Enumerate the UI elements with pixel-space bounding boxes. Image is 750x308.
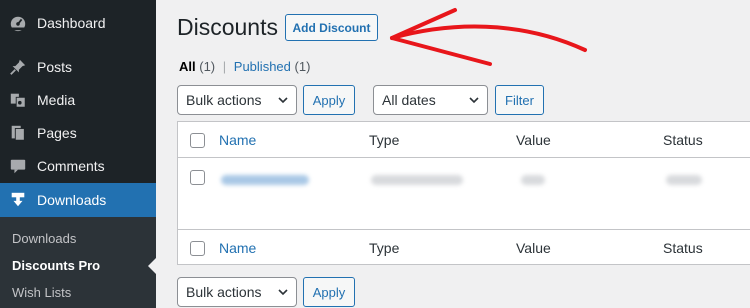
- downloads-submenu: Downloads Discounts Pro Wish Lists: [0, 217, 156, 308]
- sidebar-item-label: Posts: [37, 59, 73, 75]
- submenu-item-downloads[interactable]: Downloads: [12, 231, 76, 246]
- dates-filter-select[interactable]: All dates: [373, 85, 488, 115]
- sidebar-item-dashboard[interactable]: Dashboard: [0, 6, 156, 40]
- column-header-type: Type: [369, 132, 400, 148]
- sidebar-item-pages[interactable]: Pages: [0, 116, 156, 150]
- sidebar-item-posts[interactable]: Posts: [0, 50, 156, 84]
- add-discount-button[interactable]: Add Discount: [285, 14, 378, 41]
- chevron-down-icon: [469, 97, 479, 104]
- dashboard-icon: [8, 13, 28, 33]
- table-footer-row: Name Type Value Status: [178, 229, 750, 265]
- table-header-row: Name Type Value Status: [178, 122, 750, 158]
- select-all-checkbox-bottom[interactable]: [190, 241, 205, 256]
- blurred-discount-status: [666, 175, 702, 185]
- annotation-arrow-icon: [390, 8, 587, 66]
- chevron-down-icon: [278, 97, 288, 104]
- apply-button-top[interactable]: Apply: [303, 85, 355, 115]
- blurred-discount-type: [371, 175, 463, 185]
- sidebar-item-label: Dashboard: [37, 15, 106, 31]
- download-icon: [8, 190, 28, 210]
- blurred-discount-value: [521, 175, 545, 185]
- discounts-table: Name Type Value Status Name Type Value S…: [177, 121, 750, 265]
- sidebar-item-comments[interactable]: Comments: [0, 149, 156, 183]
- sidebar-item-downloads[interactable]: Downloads: [0, 183, 156, 217]
- sidebar-item-label: Downloads: [37, 192, 107, 208]
- media-icon: [8, 90, 28, 110]
- pin-icon: [8, 57, 28, 77]
- column-header-name[interactable]: Name: [219, 132, 256, 148]
- page-title: Discounts: [177, 14, 278, 40]
- current-page-pointer: [148, 258, 156, 274]
- filter-published[interactable]: Published: [234, 59, 291, 74]
- status-filters: All (1) | Published (1): [179, 59, 310, 74]
- submenu-item-wish-lists[interactable]: Wish Lists: [12, 285, 71, 300]
- comment-icon: [8, 156, 28, 176]
- column-footer-status: Status: [663, 240, 703, 256]
- apply-button-bottom[interactable]: Apply: [303, 277, 355, 307]
- sidebar-item-media[interactable]: Media: [0, 83, 156, 117]
- filter-published-count: (1): [294, 59, 311, 74]
- filter-button[interactable]: Filter: [495, 85, 544, 115]
- sidebar-item-label: Pages: [37, 125, 77, 141]
- blurred-discount-name[interactable]: [221, 175, 309, 185]
- admin-sidebar: Dashboard Posts Media Pages Comments Dow…: [0, 0, 156, 308]
- column-header-value: Value: [516, 132, 551, 148]
- dates-filter-value: All dates: [382, 92, 436, 108]
- column-footer-type: Type: [369, 240, 400, 256]
- filter-all-count: (1): [199, 59, 216, 74]
- pages-icon: [8, 123, 28, 143]
- chevron-down-icon: [278, 289, 288, 296]
- bulk-actions-value: Bulk actions: [186, 284, 262, 300]
- column-header-status: Status: [663, 132, 703, 148]
- filter-all[interactable]: All: [179, 59, 196, 74]
- sidebar-item-label: Comments: [37, 158, 105, 174]
- submenu-item-discounts-pro[interactable]: Discounts Pro: [12, 258, 100, 273]
- bulk-actions-value: Bulk actions: [186, 92, 262, 108]
- column-footer-name[interactable]: Name: [219, 240, 256, 256]
- filter-separator: |: [222, 59, 227, 74]
- column-footer-value: Value: [516, 240, 551, 256]
- sidebar-item-label: Media: [37, 92, 76, 108]
- bulk-actions-select-top[interactable]: Bulk actions: [177, 85, 297, 115]
- select-all-checkbox[interactable]: [190, 133, 205, 148]
- row-checkbox[interactable]: [190, 170, 205, 185]
- bulk-actions-select-bottom[interactable]: Bulk actions: [177, 277, 297, 307]
